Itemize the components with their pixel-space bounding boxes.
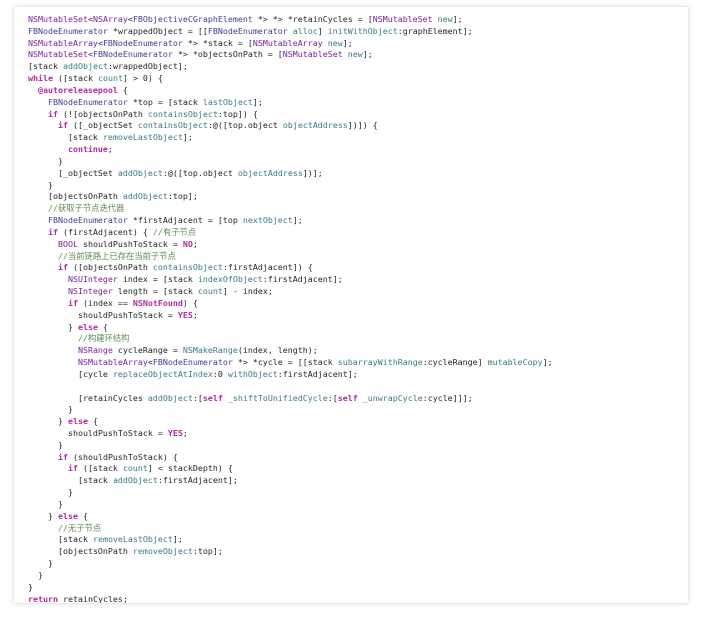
- code-line: if (![objectsOnPath containsObject:top])…: [47, 108, 258, 119]
- code-line: [cycle replaceObjectAtIndex:0 withObject…: [77, 368, 358, 379]
- code-line: [_objectSet addObject:@([top.object obje…: [57, 167, 323, 178]
- code-comment: //构建环结构: [77, 333, 130, 344]
- code-line: } else {: [67, 321, 108, 332]
- code-line: }: [28, 581, 33, 592]
- code-line: }: [67, 487, 73, 498]
- code-line: NSRange cycleRange = NSMakeRange(index, …: [77, 345, 318, 356]
- code-line: }: [37, 569, 43, 580]
- code-comment: //无子节点: [57, 522, 102, 533]
- code-line: }: [57, 439, 63, 450]
- code-line: continue;: [67, 144, 113, 155]
- code-line: [stack addObject:firstAdjacent];: [77, 475, 238, 486]
- code-line: if ([stack count] < stackDepth) {: [67, 463, 233, 474]
- code-snippet-card: NSMutableSet<NSArray<FBObjectiveCGraphEl…: [14, 7, 688, 603]
- code-line: @autoreleasepool {: [37, 84, 128, 95]
- code-comment: //有子节点: [152, 226, 197, 237]
- code-line: [objectsOnPath addObject:top];: [47, 191, 198, 202]
- code-line: [retainCycles addObject:[self _shiftToUn…: [77, 392, 473, 403]
- code-line: NSMutableSet<FBNodeEnumerator *> *object…: [28, 49, 373, 60]
- code-line: shouldPushToStack = YES;: [77, 309, 198, 320]
- code-line: //无子节点: [18, 523, 553, 535]
- code-line: FBNodeEnumerator *firstAdjacent = [top n…: [47, 215, 303, 226]
- code-line: }: [67, 404, 73, 415]
- code-line: shouldPushToStack = YES;: [67, 427, 188, 438]
- code-line: while ([stack count] > 0) {: [28, 73, 163, 84]
- code-line: if ([objectsOnPath containsObject:firstA…: [57, 262, 313, 273]
- code-line: }: [47, 558, 53, 569]
- code-line: //获取子节点迭代器: [18, 203, 553, 215]
- code-line: } else {: [57, 416, 98, 427]
- code-line: if ([_objectSet containsObject:@([top.ob…: [57, 120, 378, 131]
- code-line: NSMutableArray<FBNodeEnumerator *> *stac…: [28, 37, 353, 48]
- code-line: FBNodeEnumerator *wrappedObject = [[FBNo…: [28, 25, 473, 36]
- code-block: NSMutableSet<NSArray<FBObjectiveCGraphEl…: [18, 14, 553, 603]
- code-line: //构建环结构: [18, 333, 553, 345]
- code-line: BOOL shouldPushToStack = NO;: [57, 238, 198, 249]
- code-comment: //当前链路上已存在当前子节点: [57, 250, 176, 261]
- code-line: [objectsOnPath removeObject:top];: [57, 546, 223, 557]
- code-line: NSMutableSet<NSArray<FBObjectiveCGraphEl…: [28, 14, 463, 24]
- code-line: return retainCycles;: [28, 593, 128, 603]
- code-line: //当前链路上已存在当前子节点: [18, 251, 553, 263]
- code-line: }: [57, 155, 63, 166]
- code-line: [stack addObject:wrappedObject];: [28, 61, 188, 72]
- code-line: [stack removeLastObject];: [67, 132, 193, 143]
- code-line: if (firstAdjacent) { //有子节点: [47, 226, 197, 237]
- code-line: }: [57, 498, 63, 509]
- code-comment: //获取子节点迭代器: [47, 203, 125, 214]
- code-line: }: [47, 179, 53, 190]
- code-line: if (shouldPushToStack) {: [57, 451, 178, 462]
- code-line: NSInteger length = [stack count] - index…: [67, 286, 273, 297]
- code-line: NSUInteger index = [stack indexOfObject:…: [67, 274, 343, 285]
- code-line: } else {: [47, 510, 88, 521]
- code-line: if (index == NSNotFound) {: [67, 297, 198, 308]
- code-line: [stack removeLastObject];: [57, 534, 183, 545]
- code-line: FBNodeEnumerator *top = [stack lastObjec…: [47, 96, 263, 107]
- code-line: NSMutableArray<FBNodeEnumerator *> *cycl…: [77, 357, 553, 368]
